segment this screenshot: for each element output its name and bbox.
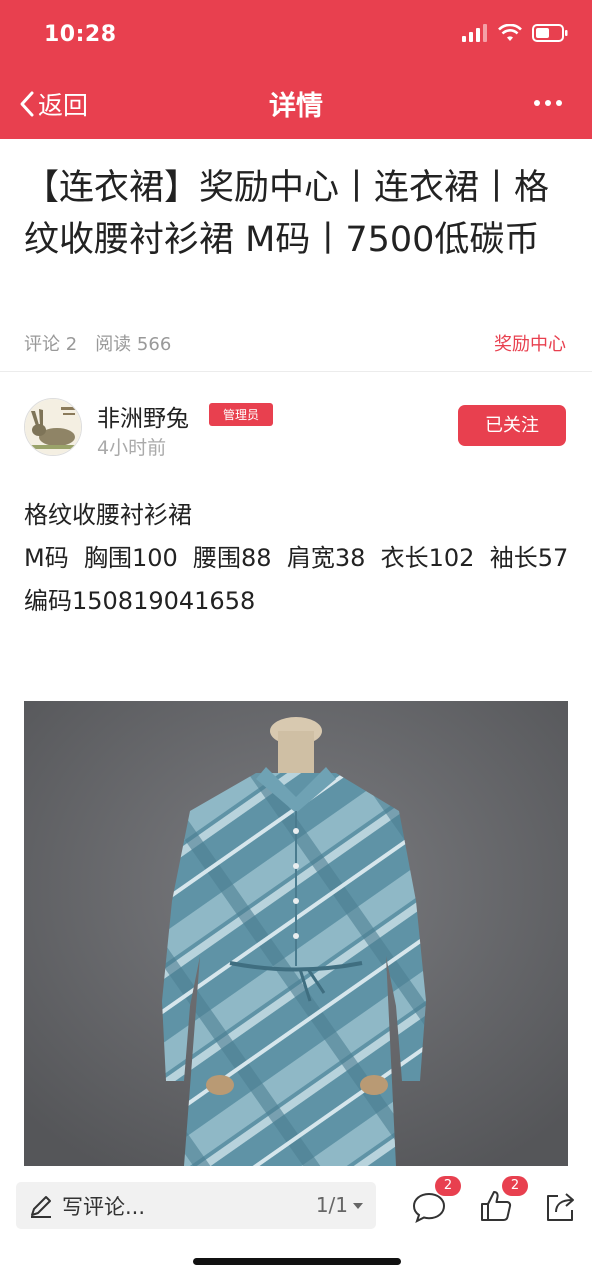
read-count-label: 阅读 566 xyxy=(95,334,172,355)
comment-count-label: 评论 2 xyxy=(24,334,78,355)
rabbit-avatar-icon xyxy=(25,399,81,455)
product-image[interactable] xyxy=(24,701,568,1166)
like-button[interactable]: 2 xyxy=(478,1176,528,1224)
page-selector[interactable]: 1/1 xyxy=(316,1182,364,1229)
battery-icon xyxy=(532,24,568,42)
pencil-icon xyxy=(31,1195,51,1218)
wifi-icon xyxy=(498,24,522,41)
status-time: 10:28 xyxy=(44,22,117,47)
post-meta: 评论 2 阅读 566 xyxy=(24,330,171,356)
category-link[interactable]: 奖励中心 xyxy=(494,330,566,356)
share-button[interactable] xyxy=(542,1188,578,1224)
comment-input[interactable]: 写评论... 1/1 xyxy=(16,1182,376,1229)
status-icons xyxy=(462,24,568,42)
body-line-2: M码 胸围100 腰围88 肩宽38 衣长102 袖长57 编码15081904… xyxy=(24,544,584,615)
divider xyxy=(0,371,592,372)
more-icon[interactable] xyxy=(534,100,562,106)
like-badge: 2 xyxy=(502,1176,528,1196)
caret-down-icon xyxy=(353,1202,363,1209)
bottom-bar: 写评论... 1/1 2 2 xyxy=(0,1166,592,1280)
post-body: 格纹收腰衬衫裙 M码 胸围100 腰围88 肩宽38 衣长102 袖长57 编码… xyxy=(24,494,572,623)
comment-button[interactable]: 2 xyxy=(411,1176,461,1224)
post-title: 【连衣裙】奖励中心丨连衣裙丨格纹收腰衬衫裙 M码丨7500低碳币 xyxy=(24,168,550,260)
home-indicator xyxy=(193,1258,401,1265)
avatar[interactable] xyxy=(24,398,82,456)
share-icon xyxy=(547,1193,574,1221)
top-bar: 10:28 返回 详情 xyxy=(0,0,592,139)
page-indicator: 1/1 xyxy=(315,1193,348,1217)
page-title: 详情 xyxy=(269,91,323,122)
comment-placeholder: 写评论... xyxy=(62,1194,146,1219)
signal-icon xyxy=(462,24,487,42)
body-line-1: 格纹收腰衬衫裙 xyxy=(24,501,192,529)
follow-button[interactable]: 已关注 xyxy=(458,405,566,446)
author-name[interactable]: 非洲野兔 xyxy=(97,399,189,433)
comment-badge: 2 xyxy=(435,1176,461,1196)
post-time: 4小时前 xyxy=(97,437,167,459)
admin-badge: 管理员 xyxy=(209,403,274,426)
dress-photo xyxy=(24,701,568,1166)
